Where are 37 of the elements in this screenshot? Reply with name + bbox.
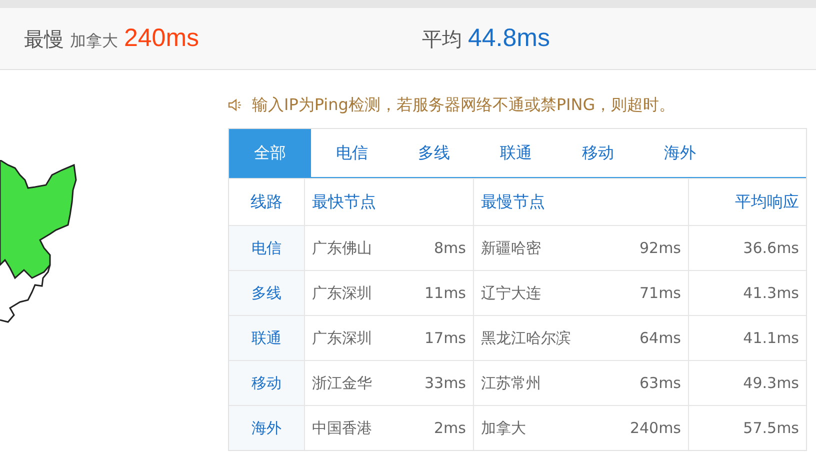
node-name: 江苏常州 xyxy=(481,374,541,392)
node-name: 中国香港 xyxy=(312,418,372,438)
latency-value: 92ms xyxy=(639,238,681,258)
table-cell: 多线 xyxy=(229,270,304,316)
node-name: 广东深圳 xyxy=(312,328,372,348)
average-value: 44.8ms xyxy=(468,24,550,53)
latency-value: 11ms xyxy=(424,284,466,302)
table-cell: 移动 xyxy=(229,360,304,406)
node-name: 辽宁大连 xyxy=(481,284,541,302)
node-name: 浙江金华 xyxy=(312,374,372,392)
latency-value: 71ms xyxy=(639,284,681,302)
column-header: 平均响应 xyxy=(688,178,806,226)
slowest-location: 加拿大 xyxy=(70,31,118,52)
node-name: 广东深圳 xyxy=(312,284,372,302)
node-name: 新疆哈密 xyxy=(481,238,541,258)
latency-value: 2ms xyxy=(434,418,466,438)
latency-value: 64ms xyxy=(639,328,681,348)
latency-value: 240ms xyxy=(630,418,681,438)
speaker-icon xyxy=(228,98,242,112)
node-name: 广东佛山 xyxy=(312,238,372,258)
table-cell: 海外 xyxy=(229,406,304,450)
latency-value: 17ms xyxy=(424,328,466,348)
tab[interactable]: 全部 xyxy=(229,129,311,177)
notice-text: 输入IP为Ping检测，若服务器网络不通或禁PING，则超时。 xyxy=(252,94,676,116)
latency-value: 63ms xyxy=(639,374,681,392)
node-name: 加拿大 xyxy=(481,418,526,438)
slowest-label: 最慢 xyxy=(24,26,64,53)
slowest-value: 240ms xyxy=(124,24,200,53)
latency-value: 8ms xyxy=(434,238,466,258)
average-label: 平均 xyxy=(422,26,462,53)
column-header: 最慢节点 xyxy=(474,178,688,226)
table-cell: 57.5ms xyxy=(688,406,806,450)
node-name: 黑龙江哈尔滨 xyxy=(481,328,571,348)
latency-value: 33ms xyxy=(424,374,466,392)
column-header: 最快节点 xyxy=(304,178,474,226)
table-cell: 联通 xyxy=(229,316,304,360)
table-cell: 电信 xyxy=(229,226,304,270)
